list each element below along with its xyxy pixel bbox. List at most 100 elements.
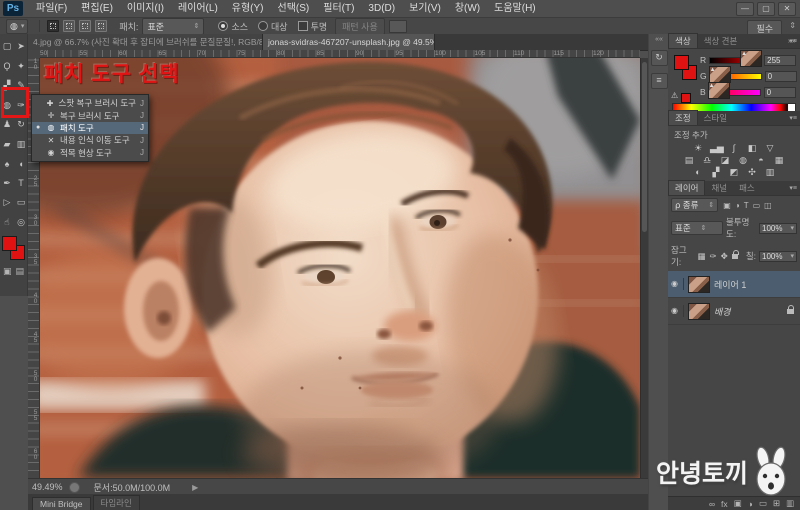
red-value-field[interactable]: 255 xyxy=(764,55,796,66)
curves-icon[interactable]: ∫ xyxy=(728,143,740,154)
document-tab-active[interactable]: jonas-svidras-467207-unsplash.jpg @ 49.5… xyxy=(263,34,435,50)
pen-tool[interactable]: ✒ xyxy=(0,174,14,194)
foreground-color-swatch[interactable] xyxy=(674,55,689,70)
selective-color-icon[interactable]: ✣ xyxy=(746,167,758,178)
layer-mask-button[interactable]: ▣ xyxy=(734,498,742,509)
menu-item[interactable]: 선택(S) xyxy=(271,0,317,17)
blue-value-field[interactable]: 0 xyxy=(764,87,796,98)
gradient-tool[interactable]: ▥ xyxy=(14,135,28,155)
quick-selection-tool[interactable]: ✦ xyxy=(14,57,28,77)
vibrance-icon[interactable]: ▽ xyxy=(764,143,776,154)
red-slider[interactable]: ▲ xyxy=(709,57,761,64)
green-slider[interactable]: ▲ xyxy=(710,73,762,80)
blend-mode-dropdown[interactable]: 표준⇕ xyxy=(671,221,723,235)
blur-tool[interactable]: ♠ xyxy=(0,154,14,174)
move-tool[interactable]: ➤ xyxy=(14,37,28,57)
filter-pixel-layers-icon[interactable]: ▣ xyxy=(723,201,731,210)
filter-type-layers-icon[interactable]: T xyxy=(744,201,749,210)
transparent-checkbox[interactable]: 투명 xyxy=(298,20,328,33)
quick-mask-icon[interactable]: ▣ xyxy=(3,266,12,277)
menu-item[interactable]: 파일(F) xyxy=(29,0,74,17)
opacity-field[interactable]: 100%▾ xyxy=(759,223,797,234)
path-select-tool[interactable]: ▷ xyxy=(0,193,14,213)
document-tab[interactable]: 4.jpg @ 66.7% (사진 확대 후 잡티에 브러쉬를 문질문질!, R… xyxy=(28,34,263,50)
menu-item[interactable]: 이미지(I) xyxy=(120,0,171,17)
zoom-level[interactable]: 49.49% xyxy=(32,482,63,492)
panel-menu-icon[interactable]: ▾≡ xyxy=(789,114,797,122)
black-white-icon[interactable]: ◪ xyxy=(719,155,731,166)
flyout-menu-item[interactable]: ● ✚ 스팟 복구 브러시 도구 J xyxy=(32,97,148,109)
history-panel-icon[interactable]: ↻ xyxy=(651,50,668,66)
layer-filter-dropdown[interactable]: ⍴ 종류⇕ xyxy=(671,198,718,212)
tab-timeline[interactable]: 타임라인 xyxy=(93,495,140,510)
layer-row[interactable]: ◉ 레이어 1 xyxy=(668,271,800,298)
filter-adjustment-layers-icon[interactable]: ◑ xyxy=(735,201,740,210)
foreground-color-swatch[interactable] xyxy=(2,236,17,251)
layer-visibility-icon[interactable]: ◉ xyxy=(671,305,684,317)
tab-channels[interactable]: 채널 xyxy=(705,181,733,195)
marquee-tool[interactable]: ▢ xyxy=(0,37,14,57)
hand-tool[interactable]: ☝ xyxy=(0,213,14,233)
layer-thumbnail[interactable] xyxy=(688,276,710,293)
zoom-tool[interactable]: ◎ xyxy=(14,213,28,233)
filter-shape-layers-icon[interactable]: ▭ xyxy=(753,201,761,210)
minimize-button[interactable]: — xyxy=(736,2,754,16)
layer-style-button[interactable]: fx xyxy=(721,499,728,509)
menu-item[interactable]: 유형(Y) xyxy=(225,0,271,17)
menu-item[interactable]: 도움말(H) xyxy=(487,0,542,17)
flyout-menu-item[interactable]: ● ◍ 패치 도구 J xyxy=(32,122,148,134)
lasso-tool[interactable]: Ϙ xyxy=(0,57,14,77)
tab-swatches[interactable]: 색상 견본 xyxy=(698,34,744,48)
lock-all-icon[interactable] xyxy=(732,254,738,259)
menu-item[interactable]: 보기(V) xyxy=(402,0,448,17)
properties-panel-icon[interactable]: ≡ xyxy=(651,73,668,89)
flyout-menu-item[interactable]: ● ✕ 내용 인식 이동 도구 J xyxy=(32,134,148,146)
photo-filter-icon[interactable]: ◍ xyxy=(737,155,749,166)
filter-smart-objects-icon[interactable]: ◫ xyxy=(764,201,772,210)
eraser-tool[interactable]: ▰ xyxy=(0,135,14,155)
destination-radio[interactable]: 대상 xyxy=(258,20,288,33)
tab-paths[interactable]: 패스 xyxy=(733,181,761,195)
layer-row[interactable]: ◉ 배경 xyxy=(668,298,800,325)
layer-visibility-icon[interactable]: ◉ xyxy=(671,278,684,290)
threshold-icon[interactable]: ◩ xyxy=(728,167,740,178)
menu-item[interactable]: 편집(E) xyxy=(74,0,120,17)
menu-item[interactable]: 필터(T) xyxy=(316,0,361,17)
fill-field[interactable]: 100%▾ xyxy=(759,251,797,262)
tab-layers[interactable]: 레이어 xyxy=(668,180,705,195)
blue-slider[interactable]: ▲ xyxy=(709,89,761,96)
layer-thumbnail[interactable] xyxy=(688,303,710,320)
close-button[interactable]: ✕ xyxy=(778,2,796,16)
shape-tool[interactable]: ▭ xyxy=(14,193,28,213)
panel-menu-icon[interactable]: ▾≡ xyxy=(789,184,797,192)
lock-transparency-icon[interactable]: ▦ xyxy=(697,251,705,262)
posterize-icon[interactable]: ▞ xyxy=(710,167,722,178)
brightness-contrast-icon[interactable]: ☀ xyxy=(692,143,704,154)
new-selection-mode-button[interactable] xyxy=(47,20,59,32)
layer-group-button[interactable]: ▭ xyxy=(759,498,767,509)
maximize-button[interactable]: ▢ xyxy=(757,2,775,16)
gamut-color-swatch[interactable] xyxy=(681,93,691,103)
screen-mode-icon[interactable]: ▤ xyxy=(16,266,25,277)
tab-color[interactable]: 색상 xyxy=(668,33,698,48)
type-tool[interactable]: T xyxy=(14,174,28,194)
dodge-tool[interactable]: ◖ xyxy=(14,154,28,174)
menu-item[interactable]: 레이어(L) xyxy=(171,0,225,17)
color-balance-icon[interactable]: ♎ xyxy=(701,155,713,166)
pattern-picker[interactable] xyxy=(389,20,407,33)
hue-saturation-icon[interactable]: ▤ xyxy=(683,155,695,166)
color-lookup-icon[interactable]: ▦ xyxy=(773,155,785,166)
menu-item[interactable]: 3D(D) xyxy=(361,0,402,17)
tab-styles[interactable]: 스타일 xyxy=(698,111,733,125)
flyout-menu-item[interactable]: ● ◉ 적목 현상 도구 J xyxy=(32,147,148,159)
use-pattern-button[interactable]: 패턴 사용 xyxy=(335,18,385,35)
invert-icon[interactable]: ◐ xyxy=(692,167,704,178)
tab-adjustments[interactable]: 조정 xyxy=(668,110,698,125)
link-layers-button[interactable]: ∞ xyxy=(709,499,715,509)
lock-pixels-icon[interactable]: ✑ xyxy=(709,251,716,262)
menu-item[interactable]: 창(W) xyxy=(448,0,487,17)
green-value-field[interactable]: 0 xyxy=(765,71,797,82)
tool-preset-picker[interactable]: ◍ ▾ xyxy=(6,19,28,34)
adjustment-layer-button[interactable]: ◑ xyxy=(748,499,753,509)
source-radio[interactable]: 소스 xyxy=(218,20,248,33)
